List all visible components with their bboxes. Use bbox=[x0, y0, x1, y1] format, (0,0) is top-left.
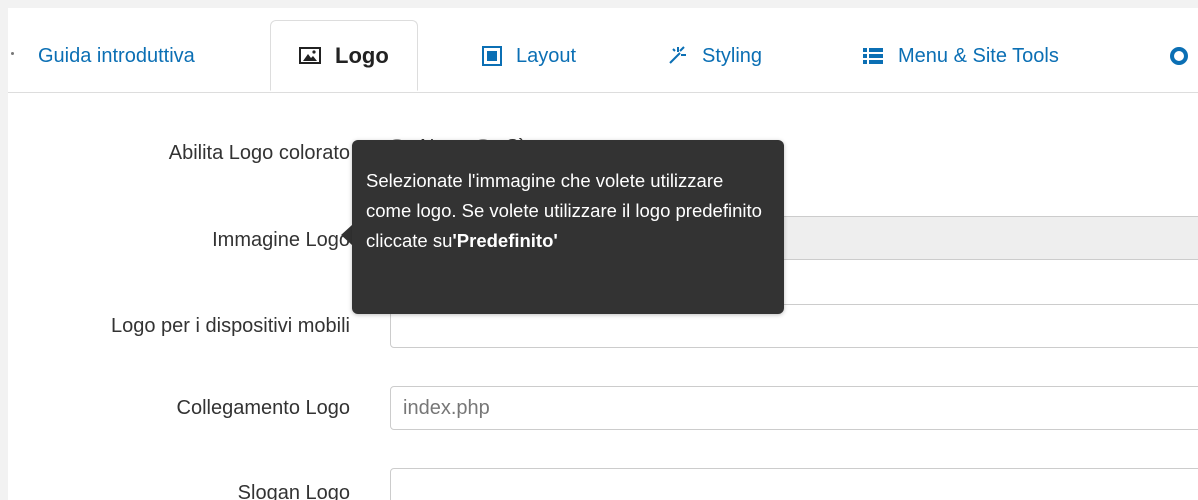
logo-link-label: Collegamento Logo bbox=[176, 397, 350, 419]
layout-icon bbox=[482, 46, 502, 66]
tab-label: Styling bbox=[702, 44, 763, 67]
tooltip-bold-text: 'Predefinito' bbox=[452, 230, 558, 251]
tab-bar: Guida introduttiva Logo Layout Styling M… bbox=[8, 8, 1198, 93]
slogan-input[interactable] bbox=[390, 468, 1198, 500]
logo-link-input[interactable]: index.php bbox=[390, 386, 1198, 430]
logo-image-label: Immagine Logo bbox=[212, 229, 350, 251]
tooltip-text: Selezionate l'immagine che volete utiliz… bbox=[366, 170, 762, 251]
tab-menu-site-tools[interactable]: Menu & Site Tools bbox=[862, 22, 1059, 90]
image-icon bbox=[299, 47, 321, 64]
tab-styling[interactable]: Styling bbox=[666, 22, 762, 90]
tab-scroll-indicator bbox=[11, 52, 14, 55]
gear-icon bbox=[1168, 45, 1190, 67]
tab-layout[interactable]: Layout bbox=[482, 22, 576, 90]
tooltip-arrow bbox=[341, 225, 352, 245]
help-tooltip: Selezionate l'immagine che volete utiliz… bbox=[352, 140, 784, 314]
tab-label: Guida introduttiva bbox=[38, 44, 195, 67]
tab-guida-introduttiva[interactable]: Guida introduttiva bbox=[38, 22, 195, 90]
list-icon bbox=[862, 46, 884, 66]
tab-label: Layout bbox=[516, 44, 577, 67]
mobile-logo-label: Logo per i dispositivi mobili bbox=[110, 315, 350, 337]
tab-logo[interactable]: Logo bbox=[270, 20, 418, 91]
tab-label: Menu & Site Tools bbox=[898, 44, 1059, 67]
color-logo-label: Abilita Logo colorato bbox=[168, 142, 350, 164]
magic-wand-icon bbox=[666, 45, 688, 67]
tab-more[interactable] bbox=[1168, 22, 1190, 90]
tab-label: Logo bbox=[335, 42, 389, 68]
slogan-label: Slogan Logo bbox=[237, 482, 350, 500]
